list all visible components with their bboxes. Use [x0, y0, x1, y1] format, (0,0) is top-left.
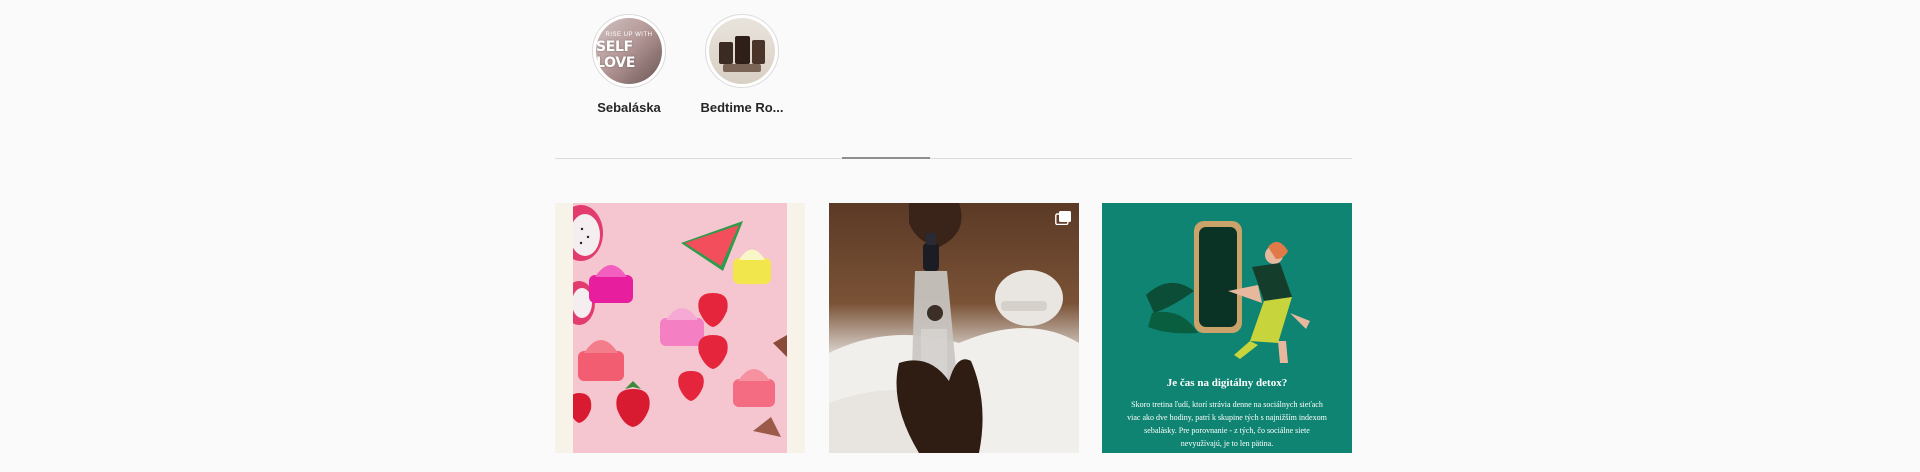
product-jar [723, 64, 761, 72]
highlight-thumbnail: RISE UP WITH SELF LOVE [596, 18, 662, 84]
active-tab-indicator[interactable] [842, 157, 930, 159]
phone-woman-illustration [1146, 221, 1310, 363]
highlight-ring [705, 14, 779, 88]
highlight-sebalaska[interactable]: RISE UP WITH SELF LOVE Sebaláska [579, 14, 679, 115]
thumbnail-small-text: RISE UP WITH [605, 31, 653, 38]
multiple-images-icon [1055, 211, 1071, 225]
highlight-bedtime[interactable]: Bedtime Ro... [692, 14, 792, 115]
post-image [559, 203, 787, 453]
highlight-label: Bedtime Ro... [700, 100, 784, 115]
tab-divider [555, 158, 1352, 159]
spray-bottle-illustration [829, 203, 1079, 453]
post-heading: Je čas na digitálny detox? [1166, 377, 1288, 389]
product-jar [719, 42, 733, 64]
thumbnail-big-text: SELF LOVE [596, 38, 636, 71]
highlight-ring: RISE UP WITH SELF LOVE [592, 14, 666, 88]
product-jar [752, 40, 765, 64]
highlight-label: Sebaláska [597, 100, 661, 115]
post-tile-spray-bottle[interactable] [829, 203, 1079, 453]
post-tile-digital-detox[interactable]: Je čas na digitálny detox? Skoro tretina… [1102, 203, 1352, 453]
highlight-thumbnail [709, 18, 775, 84]
lip-balm-illustration [559, 205, 787, 437]
product-jar [735, 36, 750, 64]
post-body-text: Skoro tretina ľudí, ktorí strávia denne … [1127, 400, 1327, 448]
post-tile-lip-balms[interactable] [555, 203, 805, 453]
